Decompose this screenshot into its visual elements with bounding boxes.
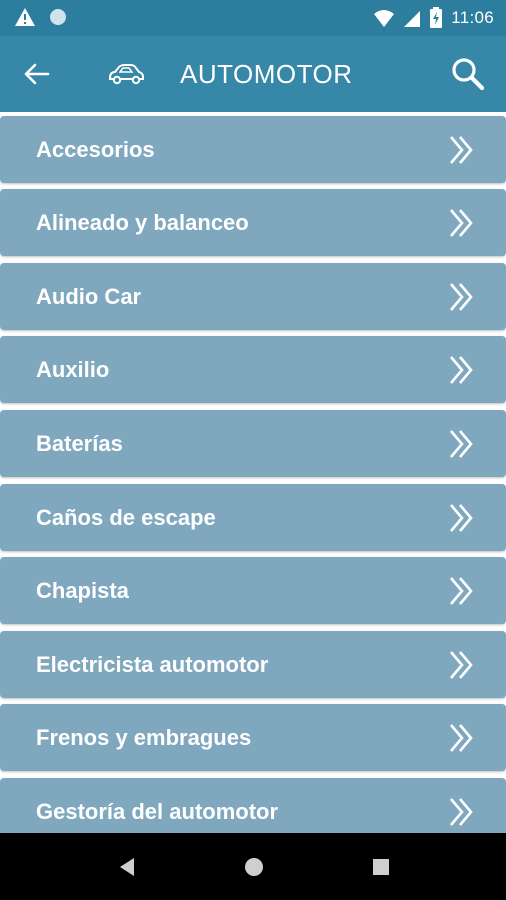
list-item-label: Chapista	[36, 578, 129, 603]
list-item[interactable]: Gestoría del automotor	[0, 778, 506, 833]
list-item[interactable]: Caños de escape	[0, 484, 506, 551]
app-bar: AUTOMOTOR	[0, 36, 506, 112]
list-item-label: Auxilio	[36, 357, 110, 382]
double-chevron-right-icon	[450, 136, 473, 164]
back-arrow-icon	[24, 63, 50, 85]
list-item-label: Gestoría del automotor	[36, 799, 279, 824]
search-button[interactable]	[450, 56, 486, 92]
page-title: AUTOMOTOR	[180, 59, 353, 89]
list-item[interactable]: Electricista automotor	[0, 631, 506, 698]
list-item[interactable]: Audio Car	[0, 263, 506, 330]
double-chevron-right-icon	[450, 504, 473, 532]
list-item-label: Caños de escape	[36, 505, 216, 530]
nav-home-button[interactable]	[242, 855, 266, 879]
car-icon	[109, 64, 144, 85]
status-left	[14, 7, 68, 27]
list-item-label: Electricista automotor	[36, 652, 269, 677]
list-item-label: Accesorios	[36, 137, 155, 162]
nav-back-icon	[120, 858, 134, 876]
search-icon	[452, 58, 485, 91]
back-button[interactable]	[22, 60, 52, 88]
category-list: Accesorios Alineado y balanceo Audio Car…	[0, 112, 506, 833]
status-right: 11:06	[373, 6, 494, 30]
status-bar: 11:06	[0, 0, 506, 36]
list-item[interactable]: Frenos y embragues	[0, 704, 506, 771]
list-item-label: Frenos y embragues	[36, 725, 252, 750]
list-item[interactable]: Accesorios	[0, 116, 506, 183]
circle-icon	[50, 9, 66, 25]
double-chevron-right-icon	[450, 356, 473, 384]
double-chevron-right-icon	[450, 798, 473, 826]
double-chevron-right-icon	[450, 209, 473, 237]
list-item-label: Audio Car	[36, 284, 142, 309]
list-item[interactable]: Alineado y balanceo	[0, 189, 506, 256]
list-item-label: Baterías	[36, 431, 123, 456]
signal-icon	[404, 11, 421, 27]
list-item[interactable]: Auxilio	[0, 336, 506, 403]
list-item[interactable]: Baterías	[0, 410, 506, 477]
double-chevron-right-icon	[450, 283, 473, 311]
double-chevron-right-icon	[450, 651, 473, 679]
system-nav-bar	[0, 833, 506, 900]
list-item-label: Alineado y balanceo	[36, 210, 249, 235]
double-chevron-right-icon	[450, 724, 473, 752]
battery-charging-icon	[430, 7, 443, 28]
list-item[interactable]: Chapista	[0, 557, 506, 624]
nav-back-button[interactable]	[115, 855, 139, 879]
nav-recents-button[interactable]	[369, 855, 393, 879]
nav-home-icon	[245, 858, 263, 876]
nav-recents-icon	[373, 859, 389, 875]
status-time: 11:06	[451, 8, 494, 27]
screen: 11:06 AUTOMOTOR Accesorios Alineado y ba…	[0, 0, 506, 900]
double-chevron-right-icon	[450, 430, 473, 458]
warning-icon	[15, 8, 35, 26]
double-chevron-right-icon	[450, 577, 473, 605]
wifi-icon	[374, 10, 395, 27]
